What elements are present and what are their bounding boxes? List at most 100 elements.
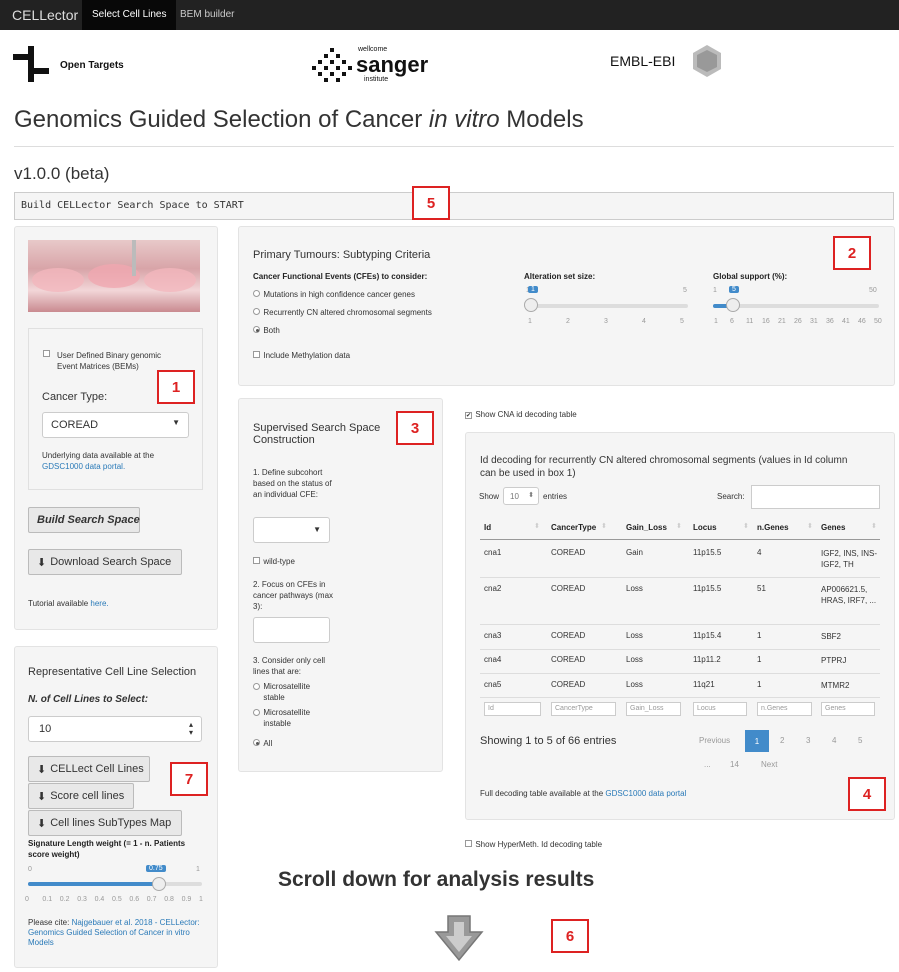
page-length-select[interactable]: 10 ⬍ [503,487,539,505]
alteration-size-label: Alteration set size: [524,272,596,281]
signature-slider-handle[interactable] [151,877,166,891]
methylation-option[interactable]: Include Methylation data [253,347,453,361]
version-label: v1.0.0 (beta) [14,164,110,183]
wild-type-checkbox[interactable] [253,557,260,564]
column-header[interactable]: n.Genes [757,523,789,532]
pagination-page-1[interactable]: 1 [745,730,769,752]
pagination-page-2[interactable]: 2 [780,736,784,745]
column-header[interactable]: CancerType [551,523,596,532]
gdsc-link[interactable]: GDSC1000 data portal. [42,462,125,471]
column-header[interactable]: Id [484,523,491,532]
stepper-icon: ⬍ [528,492,534,499]
column-header[interactable]: Locus [693,523,717,532]
table-cell: Loss [626,584,643,593]
show-cna-checkbox[interactable]: ✔ [465,412,472,419]
ms-all-option[interactable]: All [253,735,353,749]
sort-icon[interactable]: ⬍ [534,522,540,530]
marker-2: 2 [833,236,871,270]
cancer-type-select[interactable]: COREAD ▼ [42,412,189,438]
column-filter-input[interactable]: Locus [693,702,747,716]
build-search-space-button[interactable]: Build Search Space [28,507,140,533]
alteration-slider-handle[interactable] [524,298,538,312]
sort-icon[interactable]: ⬍ [601,522,607,530]
column-filter-input[interactable]: n.Genes [757,702,812,716]
rep-title: Representative Cell Line Selection [28,666,197,678]
radio-mutations[interactable] [253,290,260,297]
ms-stable-option[interactable]: Microsatellite stable [253,681,353,703]
sort-icon[interactable]: ⬍ [807,522,813,530]
column-header[interactable]: Gain_Loss [626,523,667,532]
cfe-select[interactable]: ▼ [253,517,330,543]
table-cell: 11p11.2 [693,655,721,664]
column-filter-input[interactable]: CancerType [551,702,616,716]
tutorial-link[interactable]: here. [90,599,108,608]
step3-label: 3. Consider only cell lines that are: [253,656,326,676]
pagination-page-last[interactable]: 14 [730,760,739,769]
radio-both[interactable] [253,326,260,333]
cfe-option-mutations[interactable]: Mutations in high confidence cancer gene… [253,286,513,300]
alteration-slider-track[interactable] [526,304,688,308]
column-filter-input[interactable]: Genes [821,702,875,716]
bem-checkbox[interactable] [43,350,50,357]
column-filter-input[interactable]: Gain_Loss [626,702,681,716]
chevron-down-icon: ▼ [172,418,180,427]
cfe-option-cn[interactable]: Recurrently CN altered chromosomal segme… [253,304,513,318]
radio-ms-instable[interactable] [253,709,260,716]
cellect-cell-lines-button[interactable]: ⬇ CELLect Cell Lines [28,756,150,782]
stepper-icon[interactable]: ▴ ▾ [189,721,193,737]
alt-max: 5 [683,287,687,294]
pathways-input[interactable] [253,617,330,643]
citation-text: Please cite: Najgebauer et al. 2018 - CE… [28,918,200,947]
slider-tick-label: 26 [794,318,802,325]
entries-label: entries [543,492,568,501]
open-targets-logo [11,44,51,84]
tab-bem-builder[interactable]: BEM builder [170,0,244,30]
radio-ms-all[interactable] [253,739,260,746]
pagination-page-3[interactable]: 3 [806,736,810,745]
show-hypermeth-checkbox[interactable] [465,840,472,847]
score-cell-lines-button[interactable]: ⬇ Score cell lines [28,783,134,809]
gdsc-portal-link[interactable]: GDSC1000 data portal [605,789,686,798]
show-hypermeth-option[interactable]: Show HyperMeth. Id decoding table [465,836,665,850]
table-cell: cna3 [484,631,502,640]
slider-tick-label: 16 [762,318,770,325]
table-cell: 11p15.5 [693,548,722,557]
n-cell-lines-input[interactable]: 10 ▴ ▾ [28,716,202,742]
tutorial-text: Tutorial available here. [28,599,109,608]
column-filter-input[interactable]: Id [484,702,541,716]
table-cell: IGF2, INS, INS-IGF2, TH [821,549,878,569]
global-slider-handle[interactable] [726,298,740,312]
supervised-title: Supervised Search Space Construction [253,422,381,446]
ms-instable-option[interactable]: Microsatellite instable [253,707,353,729]
slider-tick-label: 4 [642,318,646,325]
tab-select-cell-lines[interactable]: Select Cell Lines [82,0,177,30]
table-cell: PTPRJ [821,656,847,665]
cfe-option-both[interactable]: Both [253,322,513,336]
table-search-input[interactable] [751,485,880,509]
radio-cn[interactable] [253,308,260,315]
signature-slider-track[interactable] [28,882,202,886]
pagination-page-5[interactable]: 5 [858,736,862,745]
methylation-checkbox[interactable] [253,351,260,358]
subtypes-map-button[interactable]: ⬇ Cell lines SubTypes Map [28,810,182,836]
radio-ms-stable[interactable] [253,683,260,690]
glob-max: 50 [869,287,877,294]
download-search-space-button[interactable]: ⬇ Download Search Space [28,549,182,575]
pagination-next[interactable]: Next [761,760,777,769]
column-header[interactable]: Genes [821,523,845,532]
show-cna-option[interactable]: ✔ Show CNA id decoding table [465,406,665,420]
sig-min: 0 [28,866,32,873]
cell-culture-image [28,240,200,312]
sort-icon[interactable]: ⬍ [743,522,749,530]
pagination-previous[interactable]: Previous [699,736,730,745]
page-title: Genomics Guided Selection of Cancer in v… [14,106,584,133]
wild-type-option[interactable]: wild-type [253,553,353,567]
table-row-divider [480,673,880,674]
table-cell: COREAD [551,631,586,640]
sig-max: 1 [196,866,200,873]
sort-icon[interactable]: ⬍ [871,522,877,530]
app-brand[interactable]: CELLector [12,7,78,23]
sort-icon[interactable]: ⬍ [676,522,682,530]
table-cell: cna4 [484,655,502,664]
pagination-page-4[interactable]: 4 [832,736,836,745]
